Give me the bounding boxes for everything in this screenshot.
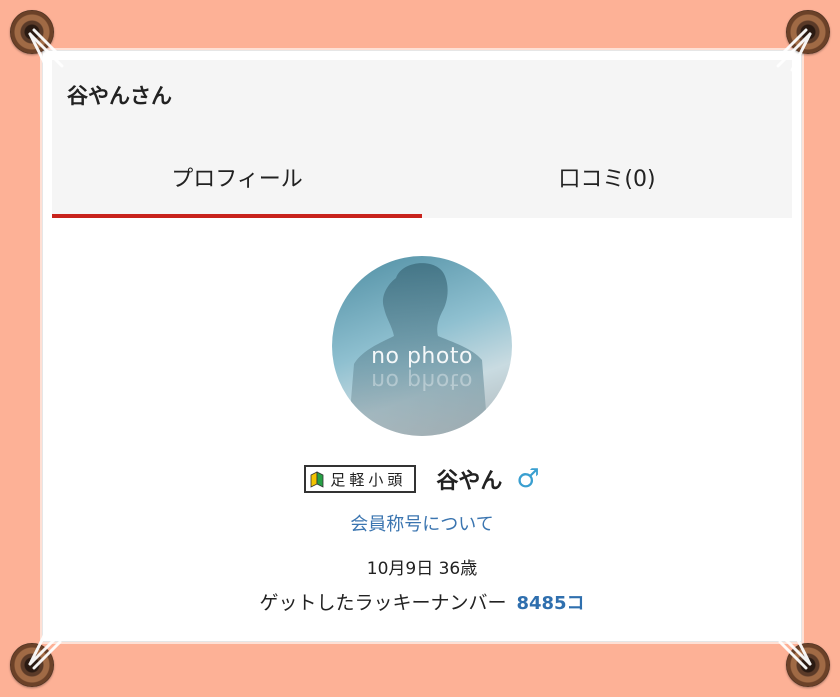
- lucky-number-row: ゲットしたラッキーナンバー 8485コ: [52, 588, 792, 615]
- page-title: 谷やんさん: [67, 84, 172, 108]
- no-photo-label: no photo: [371, 344, 473, 369]
- profile-card: 谷やんさん プロフィール 口コミ(0) no photo no photo 足軽…: [42, 50, 802, 642]
- corner-grommet: [786, 10, 830, 54]
- name-row: 足軽小頭 谷やん ♂: [52, 462, 792, 496]
- corner-grommet: [10, 643, 54, 687]
- tab-profile[interactable]: プロフィール: [52, 135, 422, 218]
- member-title-link[interactable]: 会員称号について: [52, 510, 792, 536]
- profile-header: 谷やんさん プロフィール 口コミ(0): [52, 60, 792, 218]
- tab-bar: プロフィール 口コミ(0): [52, 135, 792, 218]
- user-name: 谷やん: [436, 469, 503, 494]
- corner-grommet: [10, 10, 54, 54]
- beginner-mark-icon: [310, 471, 324, 488]
- rank-badge-text: 足軽小頭: [330, 470, 407, 489]
- rank-badge: 足軽小頭: [304, 465, 417, 493]
- male-icon: ♂: [516, 464, 540, 494]
- lucky-number-value[interactable]: 8485コ: [516, 593, 584, 614]
- profile-section: no photo no photo 足軽小頭 谷やん ♂ 会員称号について 10…: [52, 218, 792, 632]
- tab-reviews[interactable]: 口コミ(0): [422, 135, 792, 218]
- corner-grommet: [786, 643, 830, 687]
- lucky-number-label: ゲットしたラッキーナンバー: [259, 592, 507, 614]
- avatar: no photo no photo: [332, 256, 512, 436]
- no-photo-reflection: no photo: [371, 368, 473, 393]
- birthday-age: 10月9日 36歳: [366, 559, 478, 579]
